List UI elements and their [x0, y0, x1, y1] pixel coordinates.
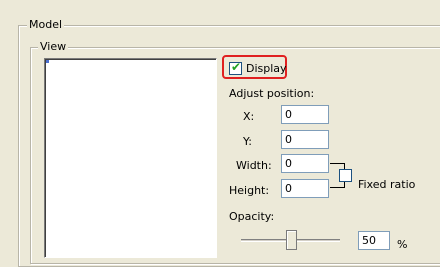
- width-field[interactable]: 0: [281, 154, 329, 173]
- y-label: Y:: [243, 135, 252, 148]
- opacity-field[interactable]: 50: [358, 231, 390, 250]
- height-field[interactable]: 0: [281, 179, 329, 198]
- width-label: Width:: [236, 159, 272, 172]
- x-label: X:: [243, 110, 255, 123]
- model-panel: Model View ✔ Display Adjust position: X:…: [0, 0, 440, 267]
- display-label: Display: [246, 62, 287, 75]
- opacity-label: Opacity:: [229, 210, 275, 223]
- model-group-title: Model: [27, 18, 65, 31]
- width-value: 0: [285, 157, 292, 170]
- fixed-ratio-label: Fixed ratio: [358, 178, 416, 191]
- fixed-ratio-checkbox[interactable]: [339, 169, 352, 182]
- opacity-unit: %: [397, 238, 408, 251]
- opacity-value: 50: [362, 234, 376, 247]
- adjust-position-label: Adjust position:: [229, 87, 315, 100]
- x-value: 0: [285, 108, 292, 121]
- height-value: 0: [285, 182, 292, 195]
- preview-marker: [46, 60, 49, 63]
- y-field[interactable]: 0: [281, 130, 329, 149]
- preview-area: [44, 58, 217, 258]
- y-value: 0: [285, 133, 292, 146]
- checkmark-icon: ✔: [231, 60, 242, 74]
- x-field[interactable]: 0: [281, 105, 329, 124]
- display-checkbox[interactable]: ✔: [229, 60, 242, 75]
- opacity-slider-thumb[interactable]: [286, 230, 297, 250]
- view-group-title: View: [38, 40, 69, 53]
- height-label: Height:: [229, 184, 270, 197]
